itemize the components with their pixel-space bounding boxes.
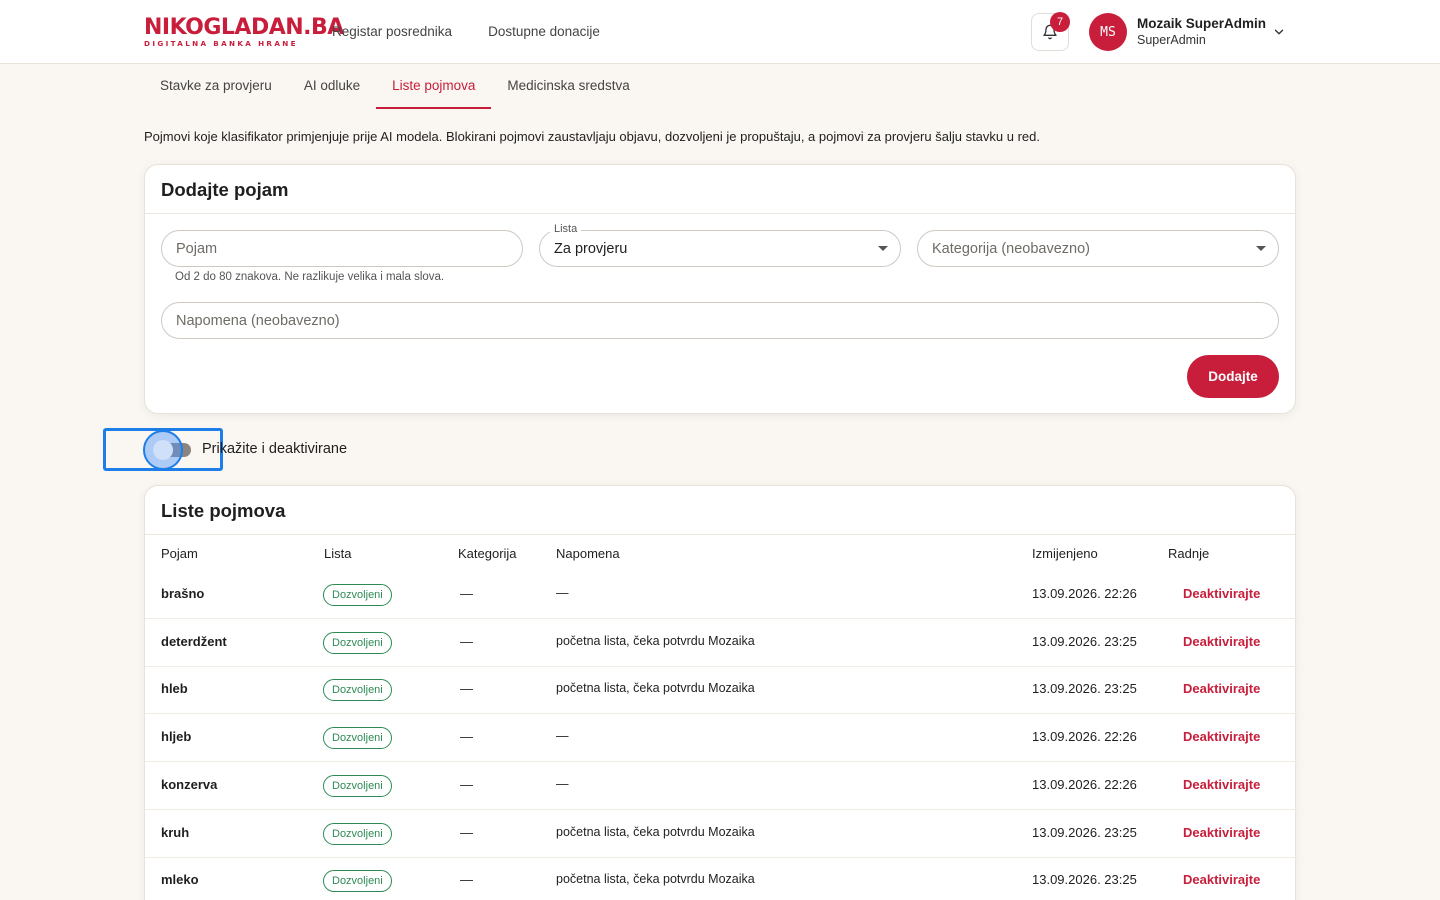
- category-cell: —: [460, 633, 473, 649]
- nav-link-registar[interactable]: Registar posrednika: [332, 24, 452, 39]
- add-term-card: Dodajte pojam Pojam Od 2 do 80 znakova. …: [144, 164, 1296, 414]
- tab-medicinska-sredstva[interactable]: Medicinska sredstva: [491, 64, 645, 109]
- note-cell: —: [556, 776, 569, 791]
- note-input-placeholder: Napomena (neobavezno): [176, 313, 340, 329]
- note-cell: —: [556, 729, 569, 744]
- term-cell: brašno: [161, 586, 205, 601]
- list-select-value: Za provjeru: [554, 241, 628, 257]
- term-input-placeholder: Pojam: [176, 241, 218, 257]
- modified-cell: 13.09.2026. 22:26: [1032, 776, 1137, 792]
- caret-down-icon: [878, 246, 888, 251]
- deactivate-button[interactable]: Deaktivirajte: [1183, 681, 1260, 696]
- divider: [145, 534, 1295, 535]
- logo-wordmark: NIKOGLADAN.BA: [144, 15, 344, 40]
- note-cell: —: [556, 586, 569, 600]
- top-nav: Registar posrednika Dostupne donacije: [332, 24, 600, 39]
- term-cell: hljeb: [161, 729, 192, 745]
- list-badge: Dozvoljeni: [323, 679, 392, 702]
- column-header-radnje: Radnje: [1168, 546, 1210, 561]
- column-header-lista[interactable]: Lista: [324, 546, 351, 561]
- term-input[interactable]: Pojam: [161, 230, 523, 267]
- category-cell: —: [460, 681, 473, 697]
- tab-stavke-za-provjeru[interactable]: Stavke za provjeru: [144, 64, 288, 109]
- intro-text: Pojmovi koje klasifikator primjenjuje pr…: [144, 129, 1040, 144]
- deactivate-button[interactable]: Deaktivirajte: [1183, 634, 1260, 649]
- term-cell: hleb: [161, 681, 188, 697]
- list-badge: Dozvoljeni: [323, 774, 392, 797]
- modified-cell: 13.09.2026. 23:25: [1032, 681, 1137, 697]
- avatar[interactable]: MS: [1089, 13, 1127, 51]
- term-cell: konzerva: [161, 776, 218, 792]
- category-cell: —: [460, 872, 473, 888]
- category-cell: —: [460, 586, 473, 601]
- logo[interactable]: NIKOGLADAN.BA DIGITALNA BANKA HRANE: [144, 15, 344, 48]
- note-cell: početna lista, čeka potvrdu Mozaika: [556, 872, 755, 887]
- deactivate-button[interactable]: Deaktivirajte: [1183, 872, 1260, 887]
- list-select[interactable]: Lista Za provjeru: [539, 223, 901, 267]
- column-header-pojam[interactable]: Pojam: [161, 546, 198, 561]
- user-role: SuperAdmin: [1137, 33, 1206, 47]
- table-row: kruh Dozvoljeni — početna lista, čeka potvr…: [145, 810, 1297, 858]
- list-select-label: Lista: [550, 223, 582, 235]
- note-input[interactable]: Napomena (neobavezno): [161, 302, 1279, 339]
- chevron-down-icon[interactable]: [1272, 25, 1286, 39]
- deactivate-button[interactable]: Deaktivirajte: [1183, 586, 1260, 601]
- category-select[interactable]: Kategorija (neobavezno): [917, 230, 1279, 267]
- term-list-title: Liste pojmova: [161, 500, 286, 521]
- tab-liste-pojmova[interactable]: Liste pojmova: [376, 64, 492, 109]
- logo-tagline: DIGITALNA BANKA HRANE: [144, 39, 298, 48]
- show-deactivated-label[interactable]: Prikažite i deaktivirane: [202, 441, 347, 457]
- term-cell: kruh: [161, 824, 190, 840]
- section-tabs: Stavke za provjeru AI odluke Liste pojmo…: [144, 64, 646, 109]
- deactivate-button[interactable]: Deaktivirajte: [1183, 729, 1260, 744]
- notification-count-badge: 7: [1050, 12, 1070, 32]
- table-row: mleko Dozvoljeni — početna lista, čeka potv…: [145, 857, 1297, 900]
- list-badge: Dozvoljeni: [323, 822, 392, 845]
- table-row: hljeb Dozvoljeni — — 13.09.2026. 22:26 Deakti…: [145, 714, 1297, 763]
- modified-cell: 13.09.2026. 23:25: [1032, 872, 1137, 888]
- category-cell: —: [460, 824, 473, 840]
- table-row: hleb Dozvoljeni — početna lista, čeka potvr…: [145, 666, 1297, 715]
- deactivate-button[interactable]: Deaktivirajte: [1183, 825, 1260, 840]
- add-term-button[interactable]: Dodajte: [1187, 355, 1279, 398]
- add-term-title: Dodajte pojam: [161, 179, 289, 200]
- category-cell: —: [460, 729, 473, 745]
- caret-down-icon: [1256, 246, 1266, 251]
- deactivate-button[interactable]: Deaktivirajte: [1183, 777, 1260, 792]
- nav-link-donacije[interactable]: Dostupne donacije: [488, 24, 600, 39]
- table-row: deterdžent Dozvoljeni — početna lista, čeka…: [145, 619, 1297, 667]
- modified-cell: 13.09.2026. 22:26: [1032, 586, 1137, 601]
- table-row: konzerva Dozvoljeni — — 13.09.2026. 22:26 Dea…: [145, 762, 1297, 810]
- category-cell: —: [460, 776, 473, 792]
- column-header-napomena[interactable]: Napomena: [556, 546, 620, 561]
- top-header: NIKOGLADAN.BA DIGITALNA BANKA HRANE Regi…: [0, 0, 1440, 64]
- user-name[interactable]: Mozaik SuperAdmin: [1137, 16, 1266, 31]
- term-list-card: Liste pojmova Pojam Lista Kategorija Nap…: [144, 485, 1297, 900]
- tab-ai-odluke[interactable]: AI odluke: [288, 64, 376, 109]
- table-row: brašno Dozvoljeni — — 13.09.2026. 22:26 Deakt…: [145, 571, 1297, 619]
- list-badge: Dozvoljeni: [323, 584, 392, 606]
- modified-cell: 13.09.2026. 23:25: [1032, 633, 1137, 649]
- note-cell: početna lista, čeka potvrdu Mozaika: [556, 681, 755, 696]
- list-badge: Dozvoljeni: [323, 870, 392, 893]
- term-cell: deterdžent: [161, 633, 227, 649]
- column-header-kategorija[interactable]: Kategorija: [458, 546, 517, 561]
- modified-cell: 13.09.2026. 23:25: [1032, 824, 1137, 840]
- category-select-placeholder: Kategorija (neobavezno): [932, 241, 1090, 257]
- note-cell: početna lista, čeka potvrdu Mozaika: [556, 633, 755, 648]
- divider: [145, 213, 1295, 214]
- note-cell: početna lista, čeka potvrdu Mozaika: [556, 824, 755, 839]
- term-cell: mleko: [161, 872, 199, 888]
- column-header-izmijenjeno[interactable]: Izmijenjeno: [1032, 546, 1098, 561]
- toggle-knob[interactable]: [153, 440, 173, 460]
- modified-cell: 13.09.2026. 22:26: [1032, 729, 1137, 745]
- term-help-text: Od 2 do 80 znakova. Ne razlikuje velika …: [175, 271, 445, 283]
- list-badge: Dozvoljeni: [323, 727, 392, 750]
- list-badge: Dozvoljeni: [323, 631, 392, 654]
